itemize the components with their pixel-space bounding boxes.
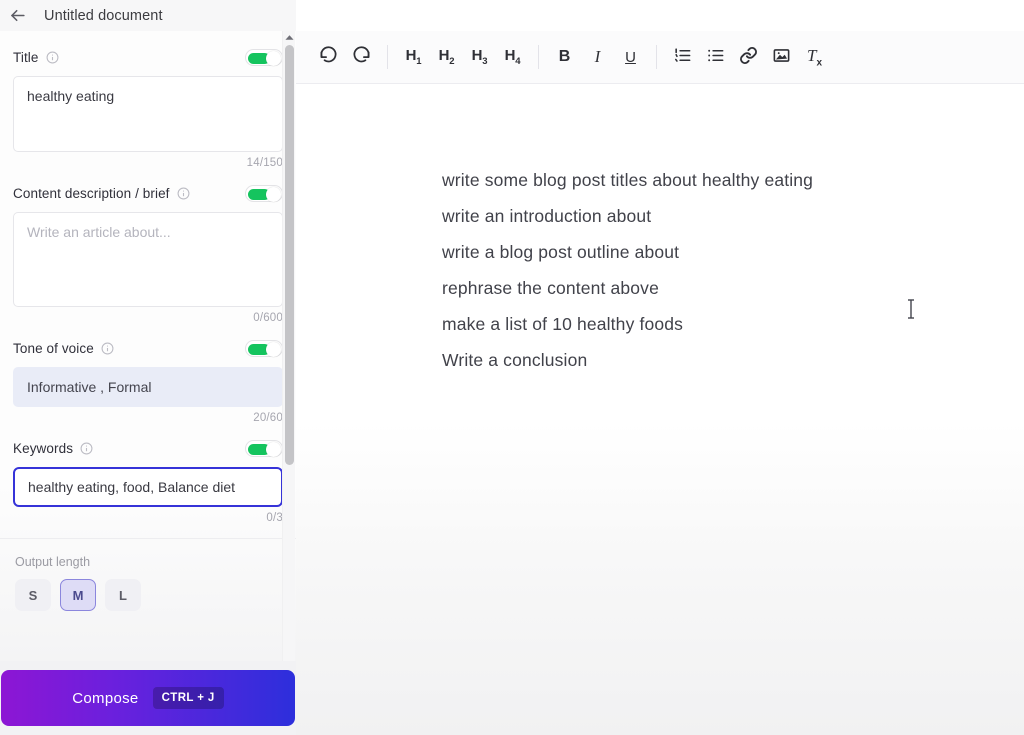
tone-of-voice-input[interactable] [13, 367, 283, 407]
h3-icon: H3 [471, 47, 488, 67]
field-keywords: Keywords 0/3 [13, 436, 283, 524]
link-button[interactable] [732, 41, 765, 74]
field-tone-header: Tone of voice [13, 336, 283, 360]
output-length-m[interactable]: M [60, 579, 96, 611]
editor-line[interactable]: Write a conclusion [442, 342, 1024, 378]
sidebar-scrollbar[interactable] [282, 31, 295, 661]
editor-toolbar: H1 H2 H3 H4 B I U Tx [296, 31, 1024, 84]
heading-4-button[interactable]: H4 [496, 41, 529, 74]
field-tone-label: Tone of voice [13, 340, 94, 356]
field-tone-toggle[interactable] [245, 339, 283, 357]
field-title-label: Title [13, 49, 39, 65]
image-icon [772, 46, 791, 69]
output-length-s[interactable]: S [15, 579, 51, 611]
italic-button[interactable]: I [581, 41, 614, 74]
brief-counter: 0/600 [253, 312, 283, 324]
toggle-knob [266, 186, 281, 202]
bullet-list-button[interactable] [699, 41, 732, 74]
bold-icon: B [558, 48, 571, 65]
editor-content-area[interactable]: write some blog post titles about health… [296, 84, 1024, 735]
h2-icon: H2 [438, 47, 455, 67]
back-arrow-icon[interactable] [0, 0, 34, 31]
page-title: Untitled document [44, 7, 163, 24]
field-brief: Content description / brief 0/600 [13, 181, 283, 324]
scrollbar-thumb[interactable] [285, 45, 294, 465]
toggle-knob [266, 441, 281, 457]
editor-line[interactable]: make a list of 10 healthy foods [442, 306, 1024, 342]
keywords-input[interactable] [13, 467, 283, 507]
field-tone: Tone of voice 20/60 [13, 336, 283, 424]
caret-up-icon[interactable] [283, 31, 296, 44]
ordered-list-icon [673, 46, 692, 69]
h4-icon: H4 [504, 47, 521, 67]
clear-formatting-button[interactable]: Tx [798, 41, 831, 74]
field-title-toggle[interactable] [245, 48, 283, 66]
sidebar-divider [0, 538, 296, 539]
toolbar-divider [538, 45, 539, 69]
output-length-label: Output length [15, 555, 91, 569]
compose-footer: Compose CTRL + J [0, 661, 296, 735]
undo-icon [319, 45, 338, 69]
field-keywords-header: Keywords [13, 436, 283, 460]
compose-button[interactable]: Compose CTRL + J [1, 670, 295, 726]
compose-shortcut-badge: CTRL + J [152, 687, 224, 709]
bullet-list-icon [706, 46, 725, 69]
redo-button[interactable] [345, 41, 378, 74]
info-icon[interactable] [80, 442, 93, 455]
undo-button[interactable] [312, 41, 345, 74]
clear-format-icon: Tx [806, 45, 823, 69]
editor-line[interactable]: write a blog post outline about [442, 234, 1024, 270]
keywords-counter: 0/3 [266, 512, 283, 524]
image-button[interactable] [765, 41, 798, 74]
title-input[interactable] [13, 76, 283, 152]
link-icon [739, 46, 758, 69]
ordered-list-button[interactable] [666, 41, 699, 74]
editor-line[interactable]: write an introduction about [442, 198, 1024, 234]
output-length-options: S M L [13, 579, 283, 611]
compose-button-label: Compose [72, 689, 139, 707]
italic-icon: I [594, 47, 601, 66]
editor-line[interactable]: write some blog post titles about health… [442, 162, 1024, 198]
field-title-header: Title [13, 45, 283, 69]
editor-line[interactable]: rephrase the content above [442, 270, 1024, 306]
field-title: Title 14/150 [13, 45, 283, 169]
toolbar-divider [656, 45, 657, 69]
field-brief-toggle[interactable] [245, 184, 283, 202]
redo-icon [352, 45, 371, 69]
underline-icon: U [625, 48, 636, 66]
sidebar-scroll-region: Title 14/150 [0, 31, 296, 661]
underline-button[interactable]: U [614, 41, 647, 74]
h1-icon: H1 [405, 47, 422, 67]
info-icon[interactable] [46, 51, 59, 64]
field-brief-label: Content description / brief [13, 185, 170, 201]
brief-input[interactable] [13, 212, 283, 307]
heading-1-button[interactable]: H1 [397, 41, 430, 74]
info-icon[interactable] [101, 342, 114, 355]
heading-2-button[interactable]: H2 [430, 41, 463, 74]
title-counter: 14/150 [246, 157, 283, 169]
field-brief-header: Content description / brief [13, 181, 283, 205]
toggle-knob [266, 341, 281, 357]
toolbar-divider [387, 45, 388, 69]
tone-counter: 20/60 [253, 412, 283, 424]
app-root: Untitled document Title healthy eating 1… [0, 0, 1024, 735]
info-icon[interactable] [177, 187, 190, 200]
editor-pane: H1 H2 H3 H4 B I U Tx write some blog pos… [296, 0, 1024, 735]
settings-sidebar: Title 14/150 [0, 31, 296, 735]
heading-3-button[interactable]: H3 [463, 41, 496, 74]
toggle-knob [266, 50, 281, 66]
field-keywords-toggle[interactable] [245, 439, 283, 457]
bold-button[interactable]: B [548, 41, 581, 74]
field-keywords-label: Keywords [13, 440, 74, 456]
output-length-l[interactable]: L [105, 579, 141, 611]
